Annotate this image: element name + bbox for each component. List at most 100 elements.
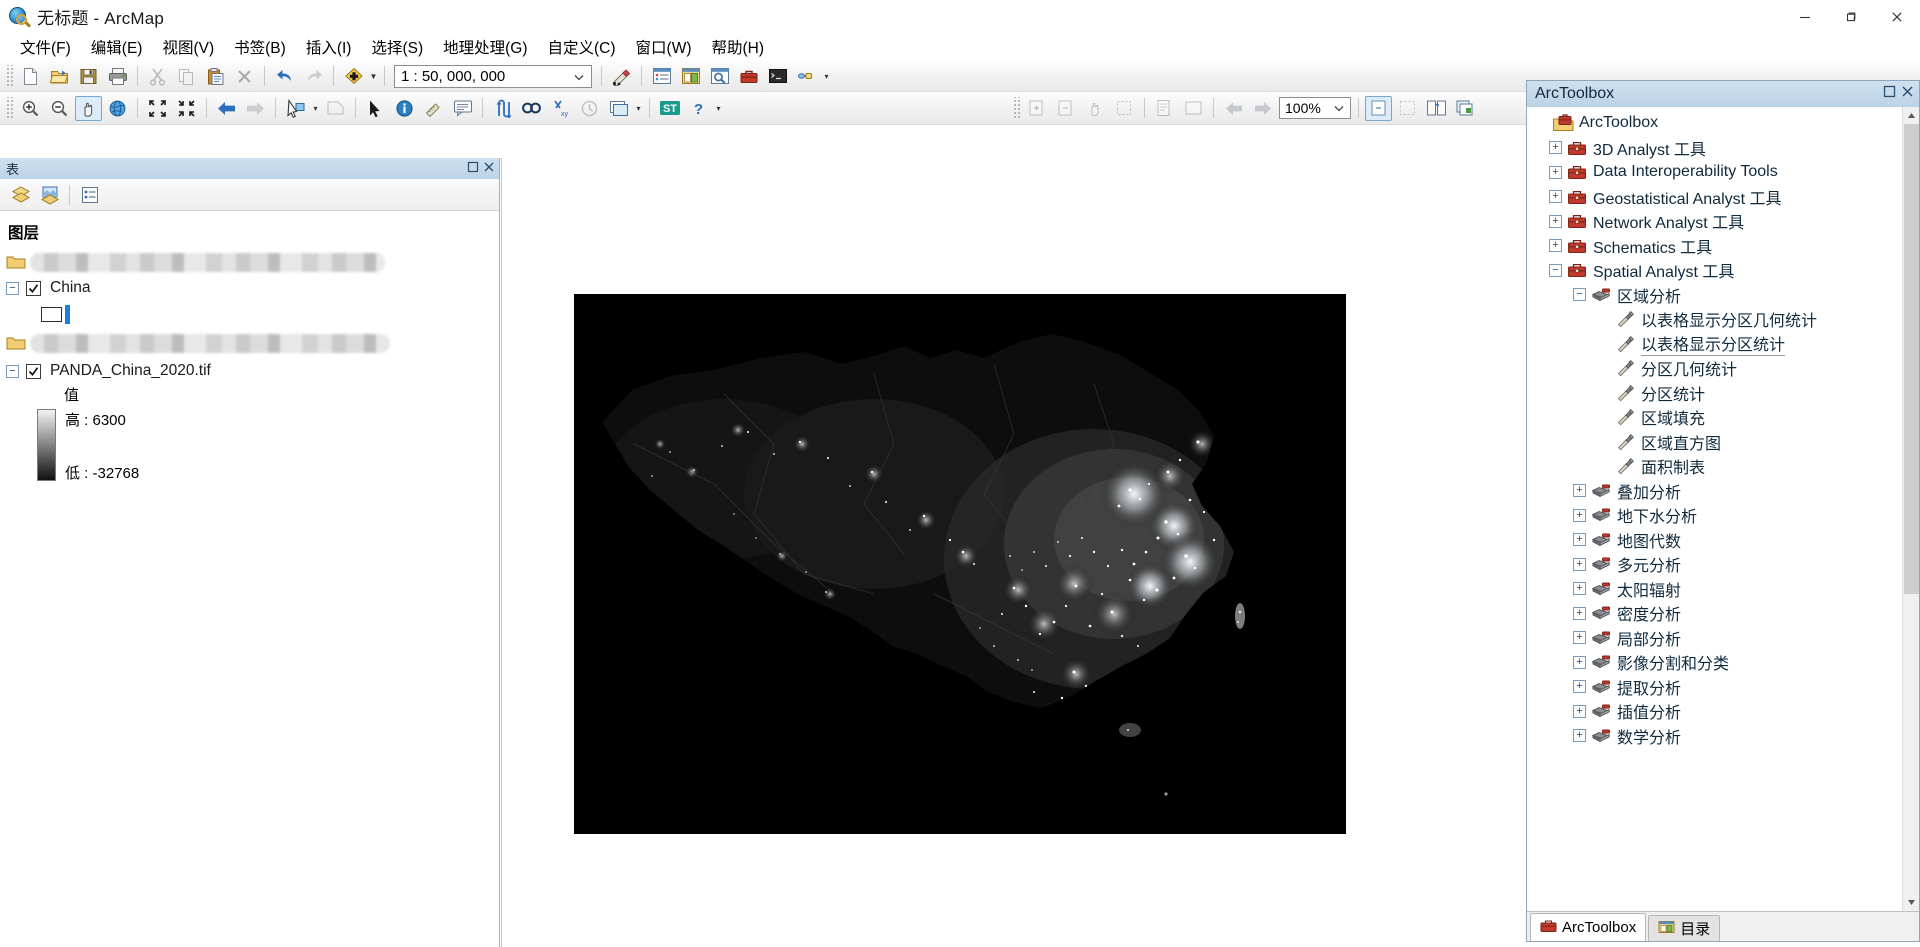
toggle-draft-mode-icon[interactable] xyxy=(1365,95,1392,121)
expander-expand-icon[interactable]: + xyxy=(1573,606,1586,620)
find-icon[interactable] xyxy=(518,96,545,121)
menu-view[interactable]: 视图(V) xyxy=(152,33,224,61)
tool-zonal-geometry[interactable]: 分区几何统计 xyxy=(1527,356,1919,381)
chevron-down-icon[interactable] xyxy=(1333,102,1345,114)
menu-customize[interactable]: 自定义(C) xyxy=(538,33,626,61)
scrollbar-thumb[interactable] xyxy=(1904,124,1919,594)
list-by-selection-icon[interactable] xyxy=(76,182,103,207)
toolbar-grip[interactable] xyxy=(5,65,13,87)
zoom-out-icon[interactable] xyxy=(46,96,73,121)
china-nighttime-lights-map[interactable] xyxy=(574,294,1346,834)
expander-collapse-icon[interactable]: − xyxy=(1573,288,1586,302)
layer-visibility-checkbox[interactable] xyxy=(26,363,41,379)
list-by-source-icon[interactable] xyxy=(36,182,63,207)
viewer-dropdown-icon[interactable]: ▾ xyxy=(633,96,644,121)
close-button[interactable] xyxy=(1874,0,1920,33)
menu-help[interactable]: 帮助(H) xyxy=(702,33,775,61)
toolbox-network-analyst[interactable]: + Network Analyst 工具 xyxy=(1527,209,1919,234)
full-extent-icon[interactable] xyxy=(104,96,131,121)
help-icon[interactable]: ? xyxy=(685,96,712,121)
maximize-button[interactable] xyxy=(1828,0,1874,33)
layer-panda-raster[interactable]: − PANDA_China_2020.tif xyxy=(4,358,499,384)
menu-insert[interactable]: 插入(I) xyxy=(296,33,362,61)
toolbox-data-interoperability[interactable]: + Data Interoperability Tools xyxy=(1527,160,1919,185)
expander-expand-icon[interactable]: + xyxy=(1573,704,1586,718)
menu-geoprocessing[interactable]: 地理处理(G) xyxy=(433,33,537,61)
paste-icon[interactable] xyxy=(202,64,229,89)
table-of-contents-icon[interactable] xyxy=(648,64,675,89)
zoom-in-icon[interactable] xyxy=(17,96,44,121)
model-builder-icon[interactable] xyxy=(793,64,820,89)
expander-expand-icon[interactable]: + xyxy=(1573,631,1586,645)
expander-expand-icon[interactable]: + xyxy=(1573,533,1586,547)
toolset-multivariate[interactable]: + 多元分析 xyxy=(1527,552,1919,577)
polygon-symbol-swatch[interactable] xyxy=(41,306,62,322)
catalog-icon[interactable] xyxy=(677,64,704,89)
tool-zonal-geometry-as-table[interactable]: 以表格显示分区几何统计 xyxy=(1527,307,1919,332)
toolset-extraction[interactable]: + 提取分析 xyxy=(1527,675,1919,700)
toolset-zonal[interactable]: − 区域分析 xyxy=(1527,283,1919,308)
expander-expand-icon[interactable]: + xyxy=(1549,239,1562,253)
layout-toolbar-grip[interactable] xyxy=(1012,97,1020,119)
measure-icon[interactable] xyxy=(420,96,447,121)
tool-zonal-fill[interactable]: 区域填充 xyxy=(1527,405,1919,430)
print-icon[interactable] xyxy=(104,64,131,89)
editor-toolbar-icon[interactable] xyxy=(608,64,635,89)
toolbox-geostatistical-analyst[interactable]: + Geostatistical Analyst 工具 xyxy=(1527,185,1919,210)
close-button[interactable] xyxy=(483,161,495,176)
expander-expand-icon[interactable]: + xyxy=(1573,655,1586,669)
tool-zonal-statistics[interactable]: 分区统计 xyxy=(1527,381,1919,406)
close-button[interactable] xyxy=(1901,85,1914,103)
toolset-local[interactable]: + 局部分析 xyxy=(1527,626,1919,651)
toc-layer-tree[interactable]: 图层 − China − PANDA_China_2020.tif 值 高: … xyxy=(0,211,499,947)
tool-zonal-statistics-as-table[interactable]: 以表格显示分区统计 xyxy=(1527,331,1919,357)
tool-zonal-histogram[interactable]: 区域直方图 xyxy=(1527,430,1919,455)
fixed-zoom-out-icon[interactable] xyxy=(173,96,200,121)
go-back-extent-icon[interactable] xyxy=(213,96,240,121)
minimize-button[interactable] xyxy=(1782,0,1828,33)
open-folder-icon[interactable] xyxy=(46,64,73,89)
select-features-icon[interactable] xyxy=(282,96,309,121)
menu-bookmarks[interactable]: 书签(B) xyxy=(224,33,296,61)
arctoolbox-icon[interactable] xyxy=(735,64,762,89)
expander-expand-icon[interactable]: + xyxy=(1573,484,1586,498)
select-dropdown-icon[interactable]: ▾ xyxy=(310,96,321,121)
layout-zoom-combobox[interactable]: 100% xyxy=(1279,97,1351,119)
layer-china[interactable]: − China xyxy=(4,275,499,301)
list-by-drawing-order-icon[interactable] xyxy=(7,182,34,207)
menu-selection[interactable]: 选择(S) xyxy=(361,33,433,61)
toolset-segmentation-classification[interactable]: + 影像分割和分类 xyxy=(1527,650,1919,675)
arctoolbox-vertical-scrollbar[interactable] xyxy=(1902,107,1919,911)
expander-expand-icon[interactable]: + xyxy=(1573,680,1586,694)
toolset-density[interactable]: + 密度分析 xyxy=(1527,601,1919,626)
map-view[interactable] xyxy=(501,158,1526,947)
menu-edit[interactable]: 编辑(E) xyxy=(81,33,153,61)
toolbar-overflow-icon[interactable]: ▾ xyxy=(821,64,832,89)
tools-overflow-icon[interactable]: ▾ xyxy=(713,96,724,121)
float-button[interactable] xyxy=(1883,85,1896,103)
toolbar-grip[interactable] xyxy=(5,97,13,119)
add-data-dropdown-icon[interactable]: ▼ xyxy=(368,64,379,89)
toolset-map-algebra[interactable]: + 地图代数 xyxy=(1527,528,1919,553)
new-document-icon[interactable] xyxy=(17,64,44,89)
expander-collapse-icon[interactable]: − xyxy=(1549,263,1562,277)
layer-visibility-checkbox[interactable] xyxy=(26,280,41,296)
add-data-icon[interactable] xyxy=(340,64,367,89)
change-layout-icon[interactable] xyxy=(1423,96,1450,121)
toolset-math[interactable]: + 数学分析 xyxy=(1527,724,1919,749)
toolbox-3d-analyst[interactable]: + 3D Analyst 工具 xyxy=(1527,136,1919,161)
pan-icon[interactable] xyxy=(75,95,102,121)
chevron-down-icon[interactable] xyxy=(573,71,585,83)
scroll-down-arrow-icon[interactable] xyxy=(1903,894,1919,911)
expander-expand-icon[interactable]: + xyxy=(1573,729,1586,743)
expander-expand-icon[interactable]: + xyxy=(1549,190,1562,204)
expander-expand-icon[interactable]: + xyxy=(1573,582,1586,596)
menu-file[interactable]: 文件(F) xyxy=(10,33,81,61)
scroll-up-arrow-icon[interactable] xyxy=(1903,107,1919,124)
go-to-xy-icon[interactable]: xy xyxy=(547,96,574,121)
find-route-icon[interactable] xyxy=(489,96,516,121)
create-viewer-window-icon[interactable] xyxy=(605,96,632,121)
identify-icon[interactable] xyxy=(391,96,418,121)
layer-china-symbol[interactable] xyxy=(4,301,499,327)
arctoolbox-tree[interactable]: ArcToolbox + 3D Analyst 工具 + Data Intero… xyxy=(1527,107,1919,911)
